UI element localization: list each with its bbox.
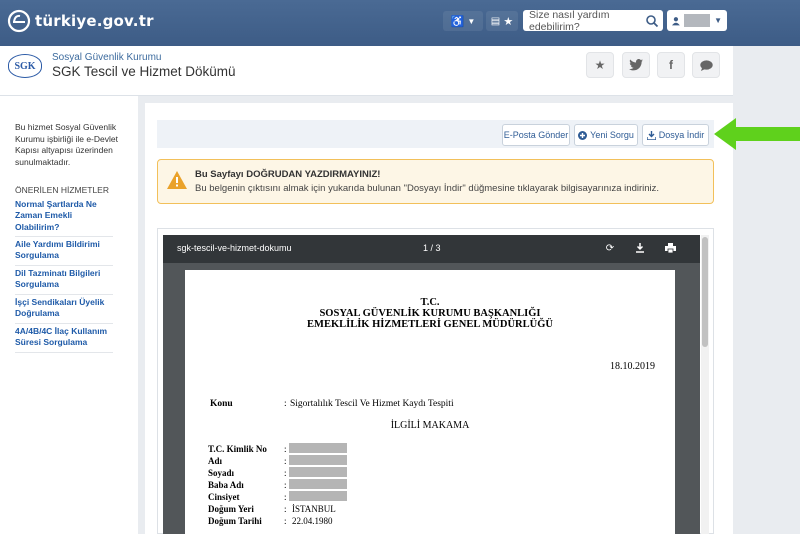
pdf-toolbar: sgk-tescil-ve-hizmet-dokumu 1 / 3 ⟳: [163, 235, 700, 263]
warning-icon: [167, 171, 187, 189]
email-button-label: E-Posta Gönder: [503, 130, 569, 140]
download-label: Dosya İndir: [658, 130, 705, 140]
search-placeholder: Size nasıl yardım edebilirim?: [529, 8, 610, 33]
plus-circle-icon: [578, 130, 588, 140]
field-value: İSTANBUL: [292, 504, 336, 514]
chevron-down-icon: ▼: [714, 16, 722, 25]
favorite-button[interactable]: ★: [586, 52, 614, 78]
email-button[interactable]: E-Posta Gönder: [502, 124, 570, 146]
download-icon: [646, 130, 656, 140]
redacted-value: [289, 491, 347, 501]
field-colon: :: [284, 516, 287, 526]
facebook-icon: f: [669, 58, 673, 72]
top-bar: türkiye.gov.tr ♿ ▼ ▤ ★ Size nasıl yardım…: [0, 0, 800, 46]
sidebar-link-medication-period[interactable]: 4A/4B/4C İlaç Kullanım Süresi Sorgulama: [15, 326, 113, 353]
arrow-left-icon: [714, 118, 800, 150]
sidebar: Bu hizmet Sosyal Güvenlik Kurumu işbirli…: [0, 96, 138, 534]
search-icon[interactable]: [645, 14, 659, 28]
download-icon[interactable]: [634, 242, 646, 254]
user-menu[interactable]: ▼: [667, 10, 727, 31]
comment-button[interactable]: [692, 52, 720, 78]
recommended-services-title: ÖNERİLEN HİZMETLER: [15, 185, 109, 195]
pdf-filename: sgk-tescil-ve-hizmet-dokumu: [177, 243, 292, 253]
accessibility-button[interactable]: ♿ ▼: [443, 11, 483, 31]
chevron-down-icon: ▼: [467, 16, 476, 26]
subject-value: Sigortalılık Tescil Ve Hizmet Kaydı Tesp…: [290, 399, 454, 409]
id-card-icon: ▤: [490, 15, 501, 27]
turkiye-gov-logo[interactable]: türkiye.gov.tr: [6, 9, 154, 33]
field-colon: :: [284, 468, 287, 478]
sidebar-link-union-membership[interactable]: İşçi Sendikaları Üyelik Doğrulama: [15, 297, 113, 324]
service-header: SGK Sosyal Güvenlik Kurumu SGK Tescil ve…: [0, 46, 733, 96]
scrollbar-thumb[interactable]: [702, 237, 708, 347]
search-input[interactable]: Size nasıl yardım edebilirim?: [523, 8, 663, 33]
page-title: SGK Tescil ve Hizmet Dökümü: [52, 64, 236, 79]
new-query-button[interactable]: Yeni Sorgu: [574, 124, 638, 146]
print-warning-alert: Bu Sayfayı DOĞRUDAN YAZDIRMAYINIZ! Bu be…: [157, 159, 714, 204]
warning-text: Bu belgenin çıktısını almak için yukarıd…: [195, 183, 660, 194]
facebook-button[interactable]: f: [657, 52, 685, 78]
comment-icon: [699, 59, 713, 71]
pdf-page-indicator: 1 / 3: [423, 243, 441, 253]
star-icon: ★: [503, 15, 514, 28]
addressee: İLGİLİ MAKAMA: [390, 420, 470, 431]
field-label: Cinsiyet: [208, 492, 240, 502]
user-icon: [672, 16, 680, 25]
star-icon: ★: [594, 58, 606, 72]
redacted-value: [289, 479, 347, 489]
favorites-button[interactable]: ▤ ★: [486, 11, 518, 31]
field-label: T.C. Kimlik No: [208, 444, 267, 454]
redacted-value: [289, 467, 347, 477]
service-info-text: Bu hizmet Sosyal Güvenlik Kurumu işbirli…: [15, 122, 118, 167]
green-arrow-annotation: [714, 116, 800, 157]
subject-label: Konu: [210, 399, 233, 409]
sidebar-link-language-allowance[interactable]: Dil Tazminatı Bilgileri Sorgulama: [15, 268, 113, 295]
e-devlet-logo-icon: [7, 9, 31, 33]
field-label: Soyadı: [208, 468, 235, 478]
subject-colon: :: [284, 399, 287, 409]
institution-name[interactable]: Sosyal Güvenlik Kurumu: [52, 52, 162, 63]
field-label: Baba Adı: [208, 480, 244, 490]
download-button[interactable]: Dosya İndir: [642, 124, 709, 146]
pdf-page: T.C. SOSYAL GÜVENLİK KURUMU BAŞKANLIĞI E…: [185, 270, 675, 534]
field-colon: :: [284, 444, 287, 454]
twitter-button[interactable]: [622, 52, 650, 78]
print-icon[interactable]: [664, 242, 676, 254]
sidebar-link-family-allowance[interactable]: Aile Yardımı Bildirimi Sorgulama: [15, 239, 113, 266]
field-colon: :: [284, 492, 287, 502]
accessibility-icon: ♿: [450, 15, 465, 28]
redacted-value: [289, 455, 347, 465]
field-label: Adı: [208, 456, 223, 466]
doc-date: 18.10.2019: [610, 361, 655, 372]
field-value: 22.04.1980: [292, 516, 333, 526]
field-label: Doğum Tarihi: [208, 516, 262, 526]
doc-header-directorate: EMEKLİLİK HİZMETLERİ GENEL MÜDÜRLÜĞÜ: [307, 319, 553, 330]
field-colon: :: [284, 456, 287, 466]
rotate-icon[interactable]: ⟳: [604, 242, 616, 254]
new-query-label: Yeni Sorgu: [590, 130, 634, 140]
field-colon: :: [284, 504, 287, 514]
field-colon: :: [284, 480, 287, 490]
warning-title: Bu Sayfayı DOĞRUDAN YAZDIRMAYINIZ!: [195, 169, 381, 180]
sgk-logo: SGK: [8, 54, 42, 78]
redacted-value: [289, 443, 347, 453]
sidebar-link-retirement[interactable]: Normal Şartlarda Ne Zaman Emekli Olabili…: [15, 199, 113, 237]
twitter-icon: [629, 59, 643, 71]
field-label: Doğum Yeri: [208, 504, 254, 514]
logo-text: türkiye.gov.tr: [35, 12, 154, 30]
redacted-username: [683, 14, 711, 27]
